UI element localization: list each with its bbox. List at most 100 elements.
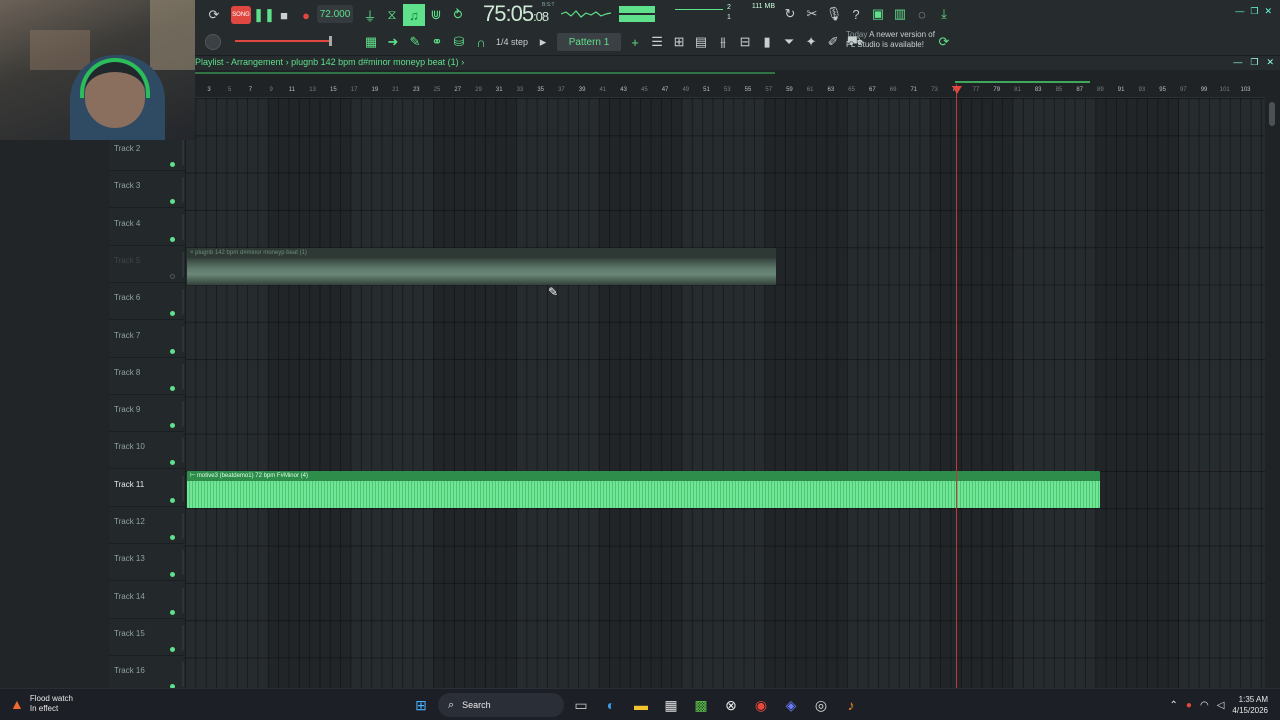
cut-icon[interactable]: ✂ <box>801 3 823 25</box>
undo-icon[interactable]: ↻ <box>779 3 801 25</box>
add-pattern-icon[interactable]: + <box>624 31 646 53</box>
playhead-marker[interactable] <box>952 86 962 94</box>
track-header[interactable]: Track 7 <box>110 321 185 358</box>
arrow-icon[interactable]: ➜ <box>382 31 404 53</box>
pencil-icon[interactable]: ✐ <box>822 31 844 53</box>
track-header[interactable]: Track 3 <box>110 171 185 209</box>
loop-record-icon[interactable]: ⥁ <box>447 4 469 26</box>
song-mode-toggle[interactable]: SONG <box>231 6 251 24</box>
edge-icon[interactable]: ◐ <box>598 693 624 717</box>
loop-icon[interactable]: ⟳ <box>203 4 225 26</box>
stamp-icon[interactable]: ⛁ <box>448 31 470 53</box>
chat-icon[interactable]: ◌ <box>911 3 933 25</box>
metronome-icon[interactable]: ⏚ <box>359 4 381 26</box>
track-header[interactable]: Track 6 <box>110 283 185 321</box>
track-header[interactable]: Track 11 <box>110 470 185 507</box>
volume-icon[interactable]: ◁ <box>1217 700 1225 711</box>
task-view-icon[interactable]: ▭ <box>568 693 594 717</box>
microphone-icon[interactable]: ● <box>1186 700 1192 711</box>
stop-button[interactable]: ■ <box>273 4 295 26</box>
record-button[interactable]: ● <box>295 4 317 26</box>
maximize-icon[interactable]: ❐ <box>1250 6 1258 17</box>
wifi-icon[interactable]: ◠ <box>1200 700 1209 711</box>
audio-clip-muted[interactable]: × plugnb 142 bpm d#minor moneyp beat (1) <box>187 248 776 285</box>
minecraft-icon[interactable]: ▩ <box>688 693 714 717</box>
xbox-icon[interactable]: ⊗ <box>718 693 744 717</box>
magnet-icon[interactable]: ∩ <box>470 31 492 53</box>
file-explorer-icon[interactable]: ▬ <box>628 693 654 717</box>
track-mute-led[interactable] <box>170 162 175 167</box>
track-mute-led[interactable] <box>170 273 175 279</box>
mixer-view-icon[interactable]: ⫵ <box>712 31 734 53</box>
help-icon[interactable]: ? <box>845 3 867 25</box>
tempo-display[interactable]: 72.000 <box>317 5 353 23</box>
link-icon[interactable]: ⚭ <box>426 31 448 53</box>
draw-icon[interactable]: ✎ <box>404 31 426 53</box>
pattern-prev-icon[interactable]: ▸ <box>532 31 554 53</box>
pause-button[interactable]: ❚❚ <box>253 4 275 26</box>
chevron-up-icon[interactable]: ⌃ <box>1170 700 1178 711</box>
snap-step-select[interactable]: 1/4 step <box>492 37 532 47</box>
save-icon[interactable]: ▣ <box>867 3 889 25</box>
news-panel[interactable]: Today A newer version of FL Studio is av… <box>846 30 935 50</box>
minimize-icon[interactable]: — <box>1233 57 1242 68</box>
master-pitch-slider[interactable] <box>235 40 330 42</box>
app-icon-2[interactable]: ◎ <box>808 693 834 717</box>
track-header[interactable]: Track 15 <box>110 619 185 656</box>
maximize-icon[interactable]: ❐ <box>1250 57 1258 68</box>
channel-rack-icon[interactable]: ⊞ <box>668 31 690 53</box>
fl-cloud-icon[interactable]: ⟳ <box>933 31 955 53</box>
track-mute-led[interactable] <box>170 646 175 652</box>
track-mute-led[interactable] <box>170 460 175 466</box>
vertical-scrollbar[interactable] <box>1268 98 1276 688</box>
close-icon[interactable]: ✕ <box>1264 6 1272 17</box>
plugin-picker-icon[interactable]: ⏷ <box>778 31 800 53</box>
track-mute-led[interactable] <box>170 311 175 317</box>
track-mute-led[interactable] <box>170 572 175 578</box>
app-icon[interactable]: ◈ <box>778 693 804 717</box>
search-input[interactable]: ⌕ Search <box>438 693 564 717</box>
browser-icon[interactable]: ⊟ <box>734 31 756 53</box>
scroll-thumb[interactable] <box>1269 102 1275 126</box>
track-header[interactable]: Track 4 <box>110 209 185 246</box>
marketplace-icon[interactable]: ✦ <box>800 31 822 53</box>
audio-clip[interactable]: ⊢ motive3 (beatdemo1) 72 bpm F#Minor (4) <box>187 471 1100 508</box>
chrome-icon[interactable]: ◉ <box>748 693 774 717</box>
track-mute-led[interactable] <box>170 385 175 391</box>
track-mute-led[interactable] <box>170 236 175 242</box>
track-header[interactable]: Track 9 <box>110 395 185 433</box>
track-mute-led[interactable] <box>170 609 175 615</box>
download-icon[interactable]: ⤓ <box>933 3 955 25</box>
store-icon[interactable]: ▦ <box>658 693 684 717</box>
countdown-icon[interactable]: ♫ <box>403 4 425 26</box>
track-header[interactable]: Track 5 <box>110 246 185 283</box>
track-mute-led[interactable] <box>170 423 175 429</box>
weather-widget[interactable]: ▲ Flood watch In effect <box>10 694 73 714</box>
track-header[interactable]: Track 10 <box>110 432 185 470</box>
wait-icon[interactable]: ⧖ <box>381 4 403 26</box>
playlist-grid[interactable]: × plugnb 142 bpm d#minor moneyp beat (1)… <box>185 98 1265 688</box>
close-icon[interactable]: ✕ <box>1266 57 1274 68</box>
timeline-ruler[interactable]: 3 5 7 9 11 13 15 17 19 21 23 25 27 29 31 33 35 37 39 41 43 45… <box>195 84 1265 98</box>
track-mute-led[interactable] <box>170 348 175 354</box>
start-icon[interactable]: ⊞ <box>408 693 434 717</box>
track-mute-led[interactable] <box>170 199 175 205</box>
slider-handle[interactable] <box>329 36 332 46</box>
clock[interactable]: 1:35 AM 4/15/2026 <box>1232 694 1268 716</box>
track-mute-led[interactable] <box>170 535 175 540</box>
track-header[interactable]: Track 16 <box>110 656 185 688</box>
master-volume-knob[interactable] <box>205 34 221 50</box>
track-header[interactable]: Track 13 <box>110 544 185 582</box>
plugin-icon[interactable]: ▮ <box>756 31 778 53</box>
fl-studio-icon[interactable]: ♪ <box>838 693 864 717</box>
mixer-icon[interactable]: ▥ <box>889 3 911 25</box>
microphone-icon[interactable]: 🎙 <box>823 3 845 25</box>
track-header[interactable]: Track 8 <box>110 358 185 395</box>
song-position[interactable]: 75:05:08 <box>483 1 549 27</box>
minimize-icon[interactable]: — <box>1235 6 1244 17</box>
piano-icon[interactable]: ▤ <box>690 31 712 53</box>
pattern-select[interactable]: Pattern 1 <box>557 33 622 51</box>
blend-icon[interactable]: ⋓ <box>425 4 447 26</box>
playlist-icon[interactable]: ☰ <box>646 31 668 53</box>
piano-roll-icon[interactable]: ▦ <box>360 31 382 53</box>
